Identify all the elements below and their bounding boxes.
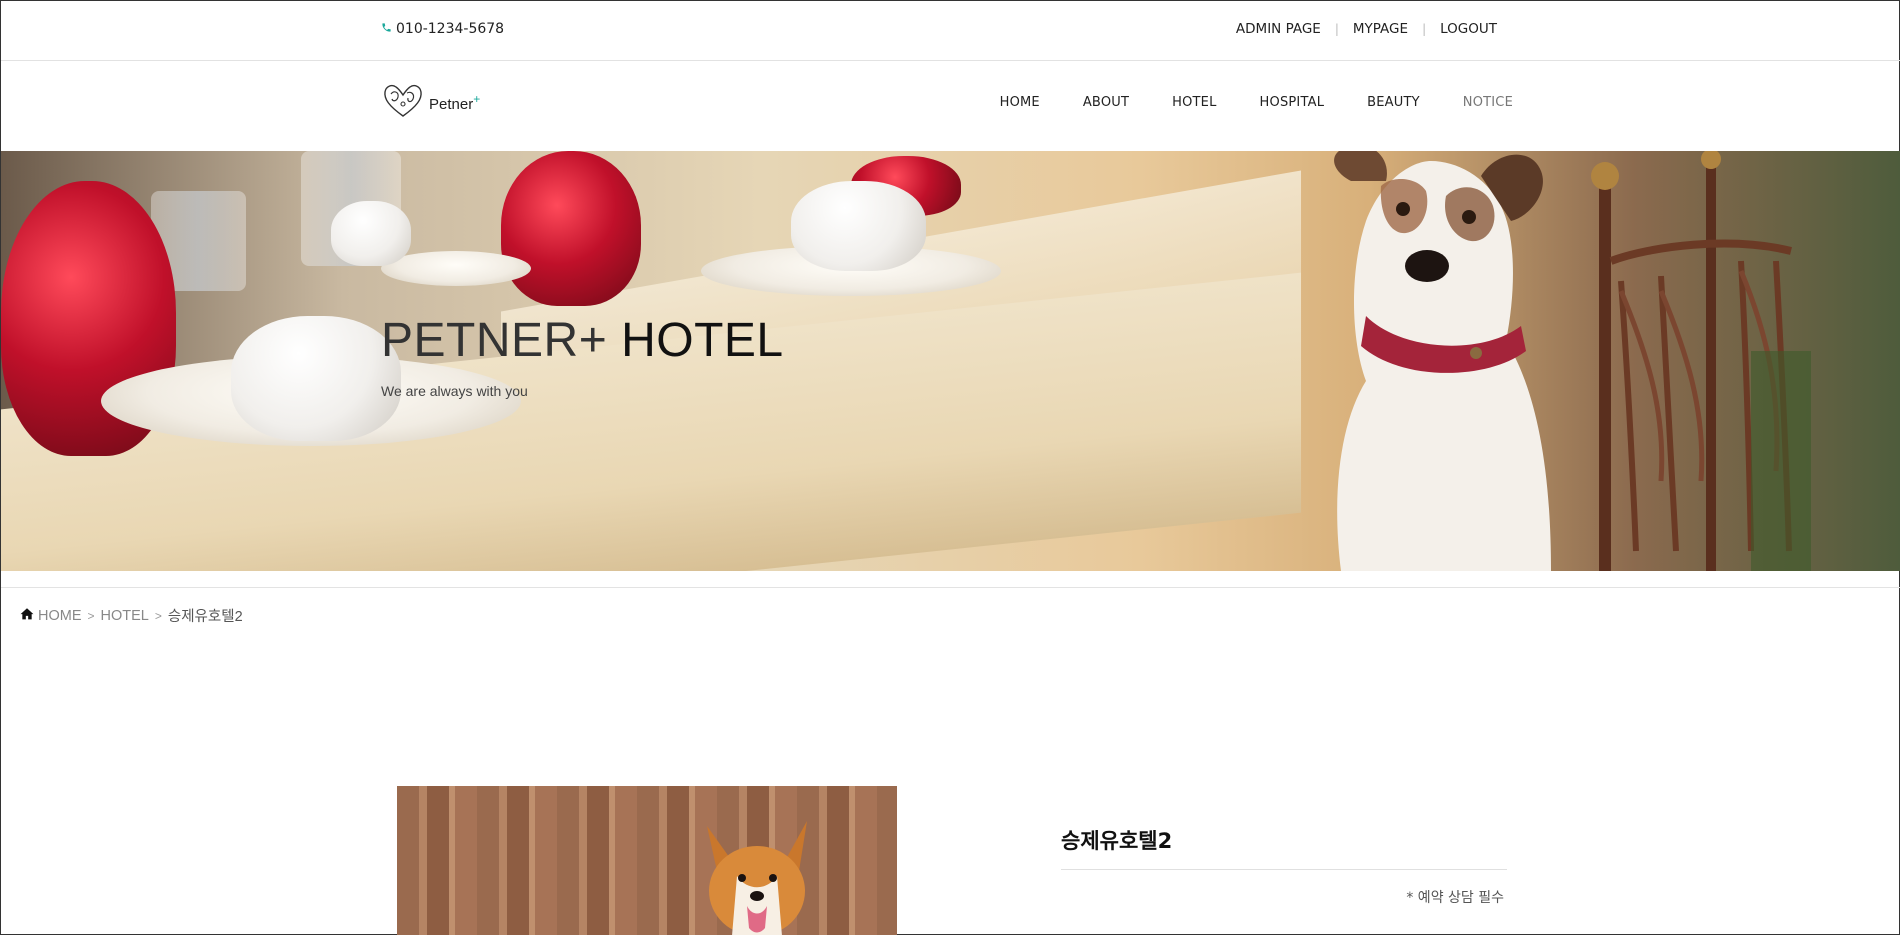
breadcrumb-separator: > — [154, 608, 162, 623]
link-separator: | — [1422, 22, 1427, 36]
breadcrumb-hotel[interactable]: HOTEL — [101, 608, 149, 624]
info-divider — [1061, 869, 1507, 870]
breadcrumb-current: 승제유호텔2 — [167, 609, 243, 625]
account-links: ADMIN PAGE | MYPAGE | LOGOUT — [1236, 21, 1497, 37]
nav-beauty[interactable]: BEAUTY — [1367, 95, 1420, 110]
breadcrumb: HOME > HOTEL > 승제유호텔2 — [20, 605, 243, 626]
nav-home[interactable]: HOME — [1000, 95, 1040, 110]
home-icon — [20, 607, 34, 624]
heart-paw-logo-icon — [381, 80, 425, 124]
hero-subtitle: We are always with you — [381, 383, 528, 399]
hotel-name: 승제유호텔2 — [1061, 829, 1173, 853]
mypage-link[interactable]: MYPAGE — [1353, 21, 1408, 37]
hero-title-bold: HOTEL — [621, 314, 784, 367]
nav-hospital[interactable]: HOSPITAL — [1260, 95, 1325, 110]
logo-plus: + — [473, 91, 481, 106]
phone-icon — [381, 21, 392, 37]
main-nav: HOME ABOUT HOTEL HOSPITAL BEAUTY NOTICE — [1000, 95, 1513, 110]
section-divider — [1, 587, 1900, 588]
logo-text: Petner+ — [429, 91, 481, 113]
hotel-photo — [397, 786, 897, 935]
phone-contact: 010-1234-5678 — [381, 21, 504, 37]
hero-vase — [501, 151, 641, 306]
hero-cup — [231, 316, 401, 441]
nav-notice[interactable]: NOTICE — [1463, 95, 1513, 110]
hero-title-light: PETNER+ — [381, 314, 608, 367]
hero-banner: PETNER+ HOTEL We are always with you — [1, 151, 1900, 571]
reservation-note: * 예약 상담 필수 — [1406, 890, 1504, 906]
site-logo[interactable]: Petner+ — [381, 80, 480, 124]
corgi-photo — [707, 821, 807, 935]
hero-cup — [791, 181, 926, 271]
main-header: Petner+ HOME ABOUT HOTEL HOSPITAL BEAUTY… — [1, 62, 1900, 151]
link-separator: | — [1334, 22, 1339, 36]
admin-page-link[interactable]: ADMIN PAGE — [1236, 21, 1321, 37]
hero-cup — [331, 201, 411, 266]
breadcrumb-separator: > — [87, 608, 95, 623]
top-bar: 010-1234-5678 ADMIN PAGE | MYPAGE | LOGO… — [1, 1, 1900, 61]
phone-number: 010-1234-5678 — [396, 21, 505, 37]
breadcrumb-home[interactable]: HOME — [38, 608, 82, 624]
nav-about[interactable]: ABOUT — [1083, 95, 1129, 110]
nav-hotel[interactable]: HOTEL — [1172, 95, 1216, 110]
logout-link[interactable]: LOGOUT — [1440, 21, 1497, 37]
chair-photo — [1591, 151, 1811, 571]
dog-photo — [1334, 151, 1551, 571]
hero-title: PETNER+ HOTEL — [381, 313, 784, 368]
